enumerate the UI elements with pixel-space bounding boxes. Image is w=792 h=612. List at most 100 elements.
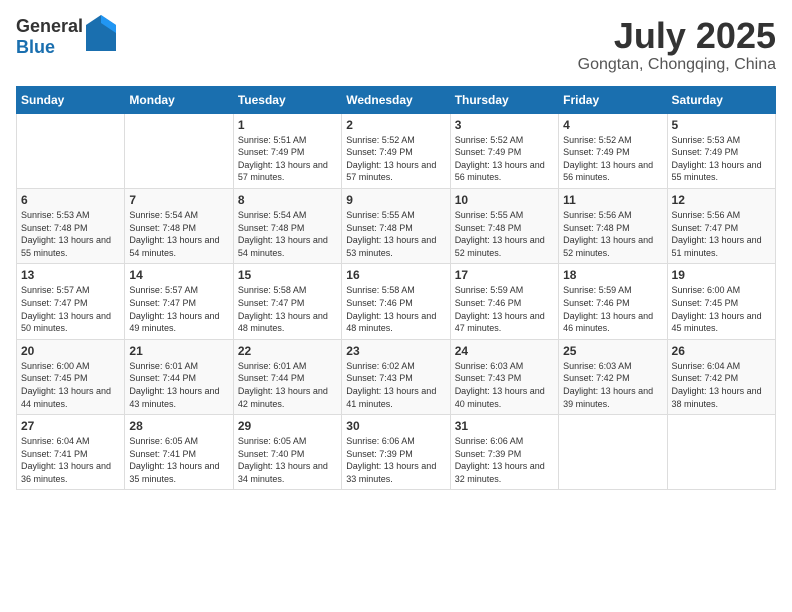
day-info: Sunrise: 5:51 AMSunset: 7:49 PMDaylight:…: [238, 134, 337, 184]
calendar-week-row: 13 Sunrise: 5:57 AMSunset: 7:47 PMDayligh…: [17, 264, 776, 339]
day-info: Sunrise: 6:01 AMSunset: 7:44 PMDaylight:…: [129, 360, 228, 410]
calendar-cell: 9 Sunrise: 5:55 AMSunset: 7:48 PMDaylight…: [342, 188, 450, 263]
calendar-table: SundayMondayTuesdayWednesdayThursdayFrid…: [16, 86, 776, 491]
day-info: Sunrise: 6:03 AMSunset: 7:43 PMDaylight:…: [455, 360, 554, 410]
day-number: 1: [238, 118, 337, 132]
day-info: Sunrise: 5:56 AMSunset: 7:48 PMDaylight:…: [563, 209, 662, 259]
day-number: 25: [563, 344, 662, 358]
calendar-cell: 3Sunrise: 5:52 AMSunset: 7:49 PMDaylight…: [450, 113, 558, 188]
day-info: Sunrise: 5:57 AMSunset: 7:47 PMDaylight:…: [129, 284, 228, 334]
calendar-cell: 27 Sunrise: 6:04 AMSunset: 7:41 PMDayligh…: [17, 415, 125, 490]
day-number: 15: [238, 268, 337, 282]
day-number: 4: [563, 118, 662, 132]
day-info: Sunrise: 5:53 AMSunset: 7:49 PMDaylight:…: [672, 134, 771, 184]
calendar-cell: [125, 113, 233, 188]
calendar-cell: 6 Sunrise: 5:53 AMSunset: 7:48 PMDaylight…: [17, 188, 125, 263]
calendar-cell: 15 Sunrise: 5:58 AMSunset: 7:47 PMDayligh…: [233, 264, 341, 339]
calendar-week-row: 27 Sunrise: 6:04 AMSunset: 7:41 PMDayligh…: [17, 415, 776, 490]
calendar-cell: 5 Sunrise: 5:53 AMSunset: 7:49 PMDaylight…: [667, 113, 775, 188]
day-info: Sunrise: 6:06 AMSunset: 7:39 PMDaylight:…: [455, 435, 554, 485]
calendar-cell: [17, 113, 125, 188]
day-number: 20: [21, 344, 120, 358]
day-info: Sunrise: 5:55 AMSunset: 7:48 PMDaylight:…: [455, 209, 554, 259]
day-info: Sunrise: 6:06 AMSunset: 7:39 PMDaylight:…: [346, 435, 445, 485]
calendar-week-row: 1 Sunrise: 5:51 AMSunset: 7:49 PMDaylight…: [17, 113, 776, 188]
month-title: July 2025: [578, 16, 776, 56]
logo-text: General Blue: [16, 16, 83, 58]
calendar-cell: 7 Sunrise: 5:54 AMSunset: 7:48 PMDaylight…: [125, 188, 233, 263]
day-info: Sunrise: 5:53 AMSunset: 7:48 PMDaylight:…: [21, 209, 120, 259]
day-number: 9: [346, 193, 445, 207]
day-info: Sunrise: 6:01 AMSunset: 7:44 PMDaylight:…: [238, 360, 337, 410]
day-info: Sunrise: 5:56 AMSunset: 7:47 PMDaylight:…: [672, 209, 771, 259]
calendar-cell: 29Sunrise: 6:05 AMSunset: 7:40 PMDayligh…: [233, 415, 341, 490]
calendar-cell: [667, 415, 775, 490]
calendar-cell: 8 Sunrise: 5:54 AMSunset: 7:48 PMDaylight…: [233, 188, 341, 263]
logo-general: General: [16, 16, 83, 36]
weekday-header: Sunday: [17, 86, 125, 113]
day-info: Sunrise: 5:57 AMSunset: 7:47 PMDaylight:…: [21, 284, 120, 334]
day-number: 30: [346, 419, 445, 433]
day-number: 7: [129, 193, 228, 207]
calendar-cell: 28 Sunrise: 6:05 AMSunset: 7:41 PMDayligh…: [125, 415, 233, 490]
calendar-week-row: 20 Sunrise: 6:00 AMSunset: 7:45 PMDayligh…: [17, 339, 776, 414]
calendar-cell: 1 Sunrise: 5:51 AMSunset: 7:49 PMDaylight…: [233, 113, 341, 188]
day-number: 14: [129, 268, 228, 282]
calendar-cell: 30 Sunrise: 6:06 AMSunset: 7:39 PMDayligh…: [342, 415, 450, 490]
day-info: Sunrise: 6:04 AMSunset: 7:41 PMDaylight:…: [21, 435, 120, 485]
weekday-header-row: SundayMondayTuesdayWednesdayThursdayFrid…: [17, 86, 776, 113]
day-info: Sunrise: 5:52 AMSunset: 7:49 PMDaylight:…: [346, 134, 445, 184]
day-number: 27: [21, 419, 120, 433]
logo: General Blue: [16, 16, 116, 58]
day-number: 28: [129, 419, 228, 433]
day-number: 6: [21, 193, 120, 207]
calendar-cell: 18Sunrise: 5:59 AMSunset: 7:46 PMDayligh…: [559, 264, 667, 339]
day-info: Sunrise: 5:55 AMSunset: 7:48 PMDaylight:…: [346, 209, 445, 259]
day-number: 23: [346, 344, 445, 358]
day-info: Sunrise: 6:03 AMSunset: 7:42 PMDaylight:…: [563, 360, 662, 410]
day-info: Sunrise: 5:58 AMSunset: 7:47 PMDaylight:…: [238, 284, 337, 334]
calendar-week-row: 6 Sunrise: 5:53 AMSunset: 7:48 PMDaylight…: [17, 188, 776, 263]
day-number: 11: [563, 193, 662, 207]
day-info: Sunrise: 5:59 AMSunset: 7:46 PMDaylight:…: [455, 284, 554, 334]
calendar-cell: 23 Sunrise: 6:02 AMSunset: 7:43 PMDayligh…: [342, 339, 450, 414]
calendar-cell: 21 Sunrise: 6:01 AMSunset: 7:44 PMDayligh…: [125, 339, 233, 414]
calendar-cell: 2Sunrise: 5:52 AMSunset: 7:49 PMDaylight…: [342, 113, 450, 188]
calendar-cell: 20 Sunrise: 6:00 AMSunset: 7:45 PMDayligh…: [17, 339, 125, 414]
calendar-cell: 10 Sunrise: 5:55 AMSunset: 7:48 PMDayligh…: [450, 188, 558, 263]
day-number: 10: [455, 193, 554, 207]
calendar-cell: 26 Sunrise: 6:04 AMSunset: 7:42 PMDayligh…: [667, 339, 775, 414]
day-number: 26: [672, 344, 771, 358]
day-info: Sunrise: 5:52 AMSunset: 7:49 PMDaylight:…: [455, 134, 554, 184]
day-number: 19: [672, 268, 771, 282]
day-number: 22: [238, 344, 337, 358]
day-number: 8: [238, 193, 337, 207]
day-number: 29: [238, 419, 337, 433]
logo-icon: [86, 15, 116, 51]
calendar-cell: [559, 415, 667, 490]
weekday-header: Saturday: [667, 86, 775, 113]
day-info: Sunrise: 5:54 AMSunset: 7:48 PMDaylight:…: [129, 209, 228, 259]
day-info: Sunrise: 6:00 AMSunset: 7:45 PMDaylight:…: [672, 284, 771, 334]
calendar-cell: 14 Sunrise: 5:57 AMSunset: 7:47 PMDayligh…: [125, 264, 233, 339]
calendar-cell: 4Sunrise: 5:52 AMSunset: 7:49 PMDaylight…: [559, 113, 667, 188]
calendar-cell: 17Sunrise: 5:59 AMSunset: 7:46 PMDayligh…: [450, 264, 558, 339]
day-number: 12: [672, 193, 771, 207]
weekday-header: Thursday: [450, 86, 558, 113]
calendar-cell: 31Sunrise: 6:06 AMSunset: 7:39 PMDayligh…: [450, 415, 558, 490]
day-info: Sunrise: 6:02 AMSunset: 7:43 PMDaylight:…: [346, 360, 445, 410]
day-info: Sunrise: 6:00 AMSunset: 7:45 PMDaylight:…: [21, 360, 120, 410]
day-number: 21: [129, 344, 228, 358]
day-number: 5: [672, 118, 771, 132]
day-info: Sunrise: 6:05 AMSunset: 7:41 PMDaylight:…: [129, 435, 228, 485]
day-number: 13: [21, 268, 120, 282]
day-number: 24: [455, 344, 554, 358]
weekday-header: Friday: [559, 86, 667, 113]
day-info: Sunrise: 6:04 AMSunset: 7:42 PMDaylight:…: [672, 360, 771, 410]
day-number: 18: [563, 268, 662, 282]
day-number: 16: [346, 268, 445, 282]
calendar-cell: 22 Sunrise: 6:01 AMSunset: 7:44 PMDayligh…: [233, 339, 341, 414]
day-info: Sunrise: 5:54 AMSunset: 7:48 PMDaylight:…: [238, 209, 337, 259]
calendar-cell: 19 Sunrise: 6:00 AMSunset: 7:45 PMDayligh…: [667, 264, 775, 339]
weekday-header: Tuesday: [233, 86, 341, 113]
